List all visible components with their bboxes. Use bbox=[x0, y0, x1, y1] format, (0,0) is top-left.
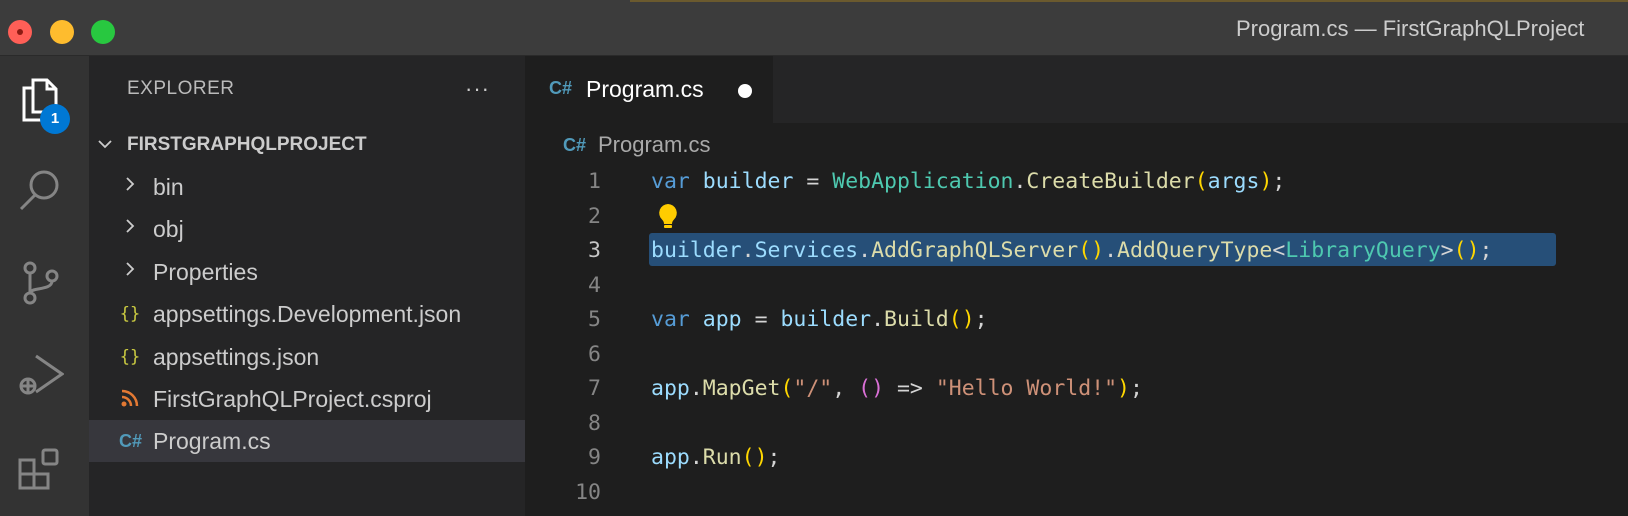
code-line: 5 var app = builder.Build(); bbox=[525, 302, 1628, 336]
more-actions-icon[interactable]: ··· bbox=[465, 76, 490, 102]
code-line: 2 bbox=[525, 199, 1628, 233]
activity-bar: 1 bbox=[0, 56, 89, 516]
line-number: 7 bbox=[588, 376, 601, 401]
source-control-icon[interactable] bbox=[16, 258, 64, 306]
title-accent-line bbox=[630, 0, 1628, 2]
line-number: 2 bbox=[588, 203, 601, 229]
line-code: app.Run(); bbox=[651, 445, 781, 470]
maximize-window-button[interactable] bbox=[91, 20, 115, 44]
window-title: Program.cs — FirstGraphQLProject bbox=[1236, 16, 1585, 41]
tree-item-appsettings[interactable]: {} appsettings.json bbox=[89, 336, 525, 378]
tree-item-appsettings-development[interactable]: {} appsettings.Development.json bbox=[89, 293, 525, 335]
line-code: app.MapGet("/", () => "Hello World!"); bbox=[651, 376, 1143, 401]
line-number: 3 bbox=[588, 238, 601, 263]
tree-item-bin[interactable]: bin bbox=[89, 166, 525, 208]
project-name: FIRSTGRAPHQLPROJECT bbox=[127, 134, 367, 155]
lightbulb-icon[interactable] bbox=[655, 202, 681, 230]
code-line: 9 app.Run(); bbox=[525, 440, 1628, 474]
csharp-file-icon: C# bbox=[563, 135, 587, 155]
search-icon[interactable] bbox=[16, 166, 64, 214]
project-root[interactable]: FIRSTGRAPHQLPROJECT bbox=[89, 126, 525, 162]
code-line: 4 bbox=[525, 268, 1628, 302]
chevron-down-icon bbox=[98, 140, 112, 149]
line-number: 10 bbox=[575, 479, 601, 505]
json-file-icon: {} bbox=[119, 304, 141, 324]
csharp-file-icon: C# bbox=[119, 431, 143, 451]
tab-program-cs[interactable]: C# Program.cs bbox=[525, 56, 773, 123]
close-window-button[interactable] bbox=[8, 20, 32, 44]
title-bar: Program.cs — FirstGraphQLProject bbox=[0, 0, 1628, 56]
code-line-active: 3 builder.Services.AddGraphQLServer().Ad… bbox=[525, 233, 1628, 267]
tree-item-label: obj bbox=[153, 216, 184, 242]
rss-icon bbox=[119, 388, 141, 410]
line-number: 5 bbox=[588, 307, 601, 332]
code-line: 6 bbox=[525, 337, 1628, 371]
tree-item-label: FirstGraphQLProject.csproj bbox=[153, 386, 432, 412]
tree-item-properties[interactable]: Properties bbox=[89, 251, 525, 293]
tree-item-program-cs[interactable]: C# Program.cs bbox=[89, 420, 525, 462]
csharp-file-icon: C# bbox=[549, 78, 573, 98]
tree-item-label: Properties bbox=[153, 259, 258, 285]
code-line: 10 bbox=[525, 475, 1628, 509]
chevron-right-icon bbox=[119, 176, 141, 198]
line-number: 6 bbox=[588, 341, 601, 367]
code-line: 1 var builder = WebApplication.CreateBui… bbox=[525, 164, 1628, 198]
run-debug-icon[interactable] bbox=[16, 350, 65, 398]
editor-area: C# Program.cs C# Program.cs 1 var builde… bbox=[525, 56, 1628, 516]
chevron-right-icon bbox=[119, 218, 141, 240]
tree-item-label: appsettings.json bbox=[153, 344, 320, 370]
line-code: var app = builder.Build(); bbox=[651, 307, 988, 332]
line-code: builder.Services.AddGraphQLServer().AddQ… bbox=[651, 238, 1493, 263]
tree-item-label: Program.cs bbox=[153, 428, 271, 454]
chevron-right-icon bbox=[119, 261, 141, 283]
tree-item-label: appsettings.Development.json bbox=[153, 301, 462, 327]
tab-bar: C# Program.cs bbox=[525, 56, 1628, 123]
tree-item-obj[interactable]: obj bbox=[89, 208, 525, 250]
line-number: 8 bbox=[588, 410, 601, 436]
line-code: var builder = WebApplication.CreateBuild… bbox=[651, 169, 1286, 194]
breadcrumb-label: Program.cs bbox=[598, 132, 711, 157]
line-number: 9 bbox=[588, 445, 601, 470]
minimize-window-button[interactable] bbox=[50, 20, 74, 44]
code-line: 8 bbox=[525, 406, 1628, 440]
tree-item-label: bin bbox=[153, 174, 184, 200]
code-line: 7 app.MapGet("/", () => "Hello World!"); bbox=[525, 371, 1628, 405]
tab-label: Program.cs bbox=[586, 76, 704, 102]
json-file-icon: {} bbox=[119, 347, 141, 367]
tree-item-csproj[interactable]: FirstGraphQLProject.csproj bbox=[89, 378, 525, 420]
sidebar-header: EXPLORER bbox=[127, 78, 235, 99]
explorer-sidebar: EXPLORER ··· FIRSTGRAPHQLPROJECT bin obj… bbox=[89, 56, 525, 516]
unsaved-dot-icon[interactable] bbox=[738, 84, 752, 98]
line-number: 4 bbox=[588, 272, 601, 298]
line-number: 1 bbox=[588, 169, 601, 194]
explorer-badge: 1 bbox=[40, 104, 70, 134]
extensions-icon[interactable] bbox=[16, 446, 64, 494]
